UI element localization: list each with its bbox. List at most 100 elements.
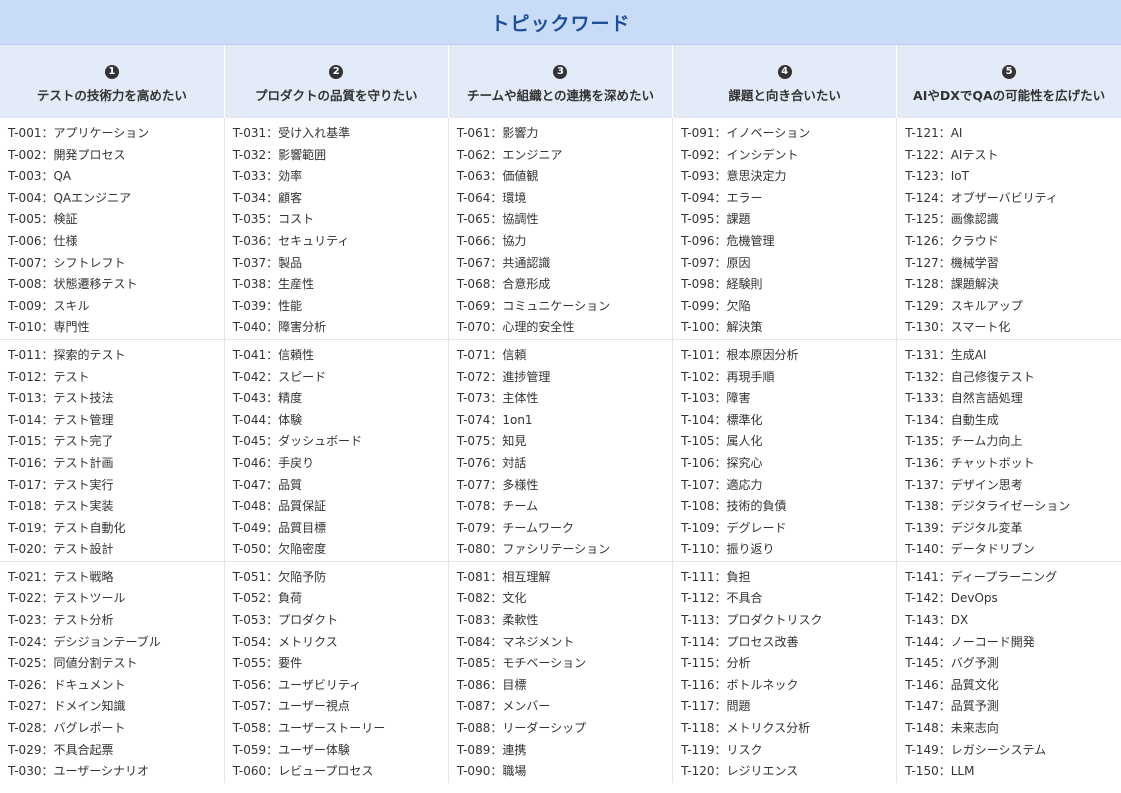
keyword-item: T-074：1on1 <box>456 412 533 427</box>
keyword-item: T-070：心理的安全性 <box>456 320 575 335</box>
keyword-cell: T-091：イノベーション T-092：インシデント T-093：意思決定力 T-09… <box>672 117 897 340</box>
keyword-item: T-019：テスト自動化 <box>8 520 126 535</box>
keyword-item: T-145：バグ予測 <box>905 656 999 671</box>
keyword-item: T-047：品質 <box>232 477 303 492</box>
keyword-item: T-112：不具合 <box>681 591 763 606</box>
title-bar: トピックワード <box>0 0 1121 45</box>
keyword-item: T-058：ユーザーストーリー <box>232 721 386 736</box>
keyword-list: T-001：アプリケーション T-002：開発プロセス T-003：QA T-004：… <box>8 123 224 339</box>
keyword-item: T-020：テスト設計 <box>8 542 114 557</box>
keyword-item: T-073：主体性 <box>456 391 539 406</box>
column-title: テストの技術力を高めたい <box>36 87 187 103</box>
keyword-item: T-056：ユーザビリティ <box>232 677 362 692</box>
column-header-3: 3 チームや組織との連携を深めたい <box>447 45 673 118</box>
keyword-item: T-008：状態遷移テスト <box>8 277 138 292</box>
keyword-item: T-084：マネジメント <box>456 634 575 649</box>
keyword-row: T-021：テスト戦略 T-022：テストツール T-023：テスト分析 T-024：… <box>0 560 1121 783</box>
keyword-item: T-149：レガシーシステム <box>905 742 1047 757</box>
keyword-list: T-011：探索的テスト T-012：テスト T-013：テスト技法 T-014：テス… <box>8 345 224 561</box>
keyword-cell: T-131：生成AI T-132：自己修復テスト T-133：自然言語処理 T-134… <box>896 338 1121 562</box>
column-title: AIやDXでQAの可能性を広げたい <box>913 87 1106 103</box>
keyword-item: T-142：DevOps <box>905 591 998 606</box>
keyword-item: T-029：不具合起票 <box>8 742 114 757</box>
keyword-item: T-065：協調性 <box>456 212 539 227</box>
keyword-item: T-150：LLM <box>905 764 975 779</box>
keyword-item: T-035：コスト <box>232 212 315 227</box>
keyword-item: T-139：デジタル変革 <box>905 520 1023 535</box>
keyword-item: T-143：DX <box>905 613 969 628</box>
keyword-item: T-144：ノーコード開発 <box>905 634 1035 649</box>
keyword-item: T-107：適応力 <box>681 477 763 492</box>
keyword-item: T-010：専門性 <box>8 320 90 335</box>
keyword-item: T-005：検証 <box>8 212 78 227</box>
keyword-item: T-039：性能 <box>232 298 303 313</box>
keyword-item: T-057：ユーザー視点 <box>232 699 350 714</box>
keyword-item: T-127：機械学習 <box>905 255 999 270</box>
column-header-1: 1 テストの技術力を高めたい <box>0 45 225 118</box>
keyword-cell: T-061：影響力 T-062：エンジニア T-063：価値観 T-064：環境 T-0… <box>447 117 673 340</box>
keyword-item: T-079：チームワーク <box>456 520 574 535</box>
keyword-item: T-033：効率 <box>232 169 303 184</box>
keyword-list: T-091：イノベーション T-092：インシデント T-093：意思決定力 T-09… <box>681 123 896 339</box>
keyword-item: T-064：環境 <box>456 190 527 205</box>
keyword-item: T-063：価値観 <box>456 169 539 184</box>
keyword-item: T-122：AIテスト <box>905 147 999 162</box>
keyword-item: T-128：課題解決 <box>905 277 999 292</box>
keyword-item: T-011：探索的テスト <box>8 347 126 362</box>
keyword-item: T-045：ダッシュボード <box>232 434 363 449</box>
keyword-item: T-115：分析 <box>681 656 751 671</box>
keyword-item: T-007：シフトレフト <box>8 255 126 270</box>
column-header-2: 2 プロダクトの品質を守りたい <box>223 45 449 118</box>
keyword-item: T-092：インシデント <box>681 147 799 162</box>
keyword-item: T-075：知見 <box>456 434 527 449</box>
keyword-item: T-132：自己修復テスト <box>905 369 1035 384</box>
keyword-item: T-001：アプリケーション <box>8 126 150 140</box>
keyword-item: T-100：解決策 <box>681 320 763 335</box>
keyword-list: T-081：相互理解 T-082：文化 T-083：柔軟性 T-084：マネジメント T… <box>457 567 672 783</box>
keyword-item: T-062：エンジニア <box>456 147 563 162</box>
number-badge: 1 <box>104 64 119 79</box>
keyword-item: T-091：イノベーション <box>681 126 811 140</box>
keyword-item: T-147：品質予測 <box>905 699 999 714</box>
keyword-list: T-121：AI T-122：AIテスト T-123：IoT T-124：オブザーバビ… <box>905 123 1121 339</box>
number-badge: 4 <box>777 64 792 79</box>
keyword-cell: T-041：信頼性 T-042：スピード T-043：精度 T-044：体験 T-045… <box>223 338 449 562</box>
keyword-item: T-089：連携 <box>456 742 527 757</box>
keyword-item: T-137：デザイン思考 <box>905 477 1023 492</box>
keyword-item: T-114：プロセス改善 <box>681 634 799 649</box>
keyword-item: T-136：チャットボット <box>905 455 1035 470</box>
keyword-item: T-090：職場 <box>456 764 527 779</box>
keyword-item: T-109：デグレード <box>681 520 787 535</box>
keyword-item: T-088：リーダーシップ <box>456 721 587 736</box>
keyword-item: T-110：振り返り <box>681 542 775 557</box>
keyword-item: T-129：スキルアップ <box>905 298 1023 313</box>
keyword-item: T-082：文化 <box>456 591 527 606</box>
keyword-item: T-027：ドメイン知識 <box>8 699 126 714</box>
keyword-row: T-001：アプリケーション T-002：開発プロセス T-003：QA T-004：… <box>0 117 1121 340</box>
keyword-item: T-038：生産性 <box>232 277 315 292</box>
column-header-5: 5 AIやDXでQAの可能性を広げたい <box>896 45 1121 118</box>
keyword-item: T-085：モチベーション <box>456 656 587 671</box>
keyword-item: T-004：QAエンジニア <box>8 190 132 205</box>
keyword-item: T-095：課題 <box>681 212 751 227</box>
keyword-item: T-086：目標 <box>456 677 527 692</box>
keyword-item: T-141：ディープラーニング <box>905 569 1058 584</box>
keyword-item: T-123：IoT <box>905 169 969 184</box>
keyword-cell: T-011：探索的テスト T-012：テスト T-013：テスト技法 T-014：テス… <box>0 338 225 562</box>
keyword-list: T-031：受け入れ基準 T-032：影響範囲 T-033：効率 T-034：顧客 T-… <box>233 123 448 339</box>
keyword-item: T-076：対話 <box>456 455 527 470</box>
keyword-list: T-071：信頼 T-072：進捗管理 T-073：主体性 T-074：1on1 T-0… <box>457 345 672 561</box>
keyword-item: T-066：協力 <box>456 233 527 248</box>
keyword-cell: T-071：信頼 T-072：進捗管理 T-073：主体性 T-074：1on1 T-0… <box>447 338 673 562</box>
keyword-item: T-032：影響範囲 <box>232 147 327 162</box>
keyword-item: T-133：自然言語処理 <box>905 391 1023 406</box>
keyword-item: T-093：意思決定力 <box>681 169 787 184</box>
keyword-item: T-119：リスク <box>681 742 763 757</box>
keyword-item: T-121：AI <box>905 126 963 140</box>
keyword-list: T-051：欠陥予防 T-052：負荷 T-053：プロダクト T-054：メトリクス… <box>233 567 448 783</box>
keyword-item: T-094：エラー <box>681 190 763 205</box>
column-title: プロダクトの品質を守りたい <box>255 87 418 103</box>
keyword-item: T-138：デジタライゼーション <box>905 499 1071 514</box>
keyword-item: T-014：テスト管理 <box>8 412 114 427</box>
topic-word-body: T-001：アプリケーション T-002：開発プロセス T-003：QA T-004：… <box>0 117 1121 783</box>
